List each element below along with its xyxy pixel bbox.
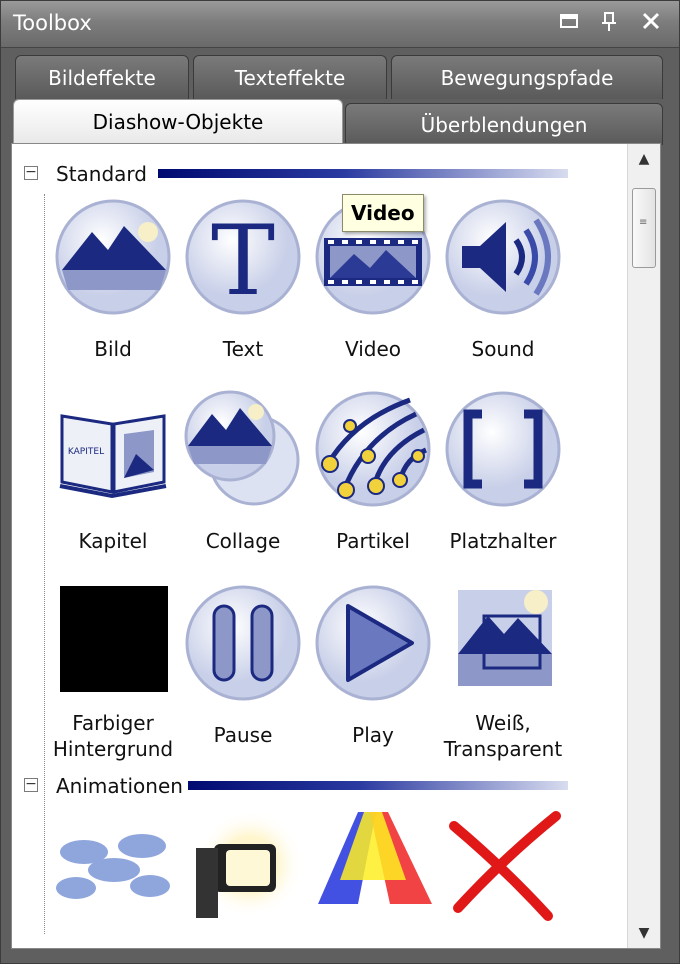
spotlight-icon	[196, 810, 302, 918]
item-bild[interactable]: Bild	[48, 198, 178, 361]
vertical-scrollbar[interactable]: ▲ ≡ ▼	[627, 144, 660, 948]
tab-texteffekte[interactable]: Texteffekte	[193, 55, 387, 99]
title-bar[interactable]: Toolbox	[1, 1, 679, 48]
group-divider-bar	[188, 781, 568, 790]
window-title: Toolbox	[13, 11, 92, 35]
group-label: Animationen	[56, 774, 183, 798]
group-divider-bar	[158, 169, 568, 178]
tree-line	[44, 194, 45, 934]
book-icon: KAPITEL	[59, 414, 167, 499]
item-text[interactable]: T Text	[178, 198, 308, 361]
brackets-icon	[445, 391, 561, 507]
text-icon: T	[185, 199, 301, 316]
tab-ueberblendungen[interactable]: Überblendungen	[345, 103, 663, 145]
item-cross[interactable]	[438, 808, 568, 926]
red-cross-icon	[449, 811, 561, 921]
play-icon	[315, 585, 431, 701]
speaker-icon	[445, 199, 561, 315]
clouds-icon	[56, 834, 170, 899]
item-label-line1: Weiß,	[475, 711, 531, 735]
book-word: KAPITEL	[68, 447, 104, 457]
item-partikel[interactable]: Partikel	[308, 390, 438, 553]
item-label: Play	[352, 723, 394, 747]
item-label-line2: Hintergrund	[52, 737, 174, 761]
item-clouds[interactable]	[48, 808, 178, 926]
close-icon[interactable]	[637, 11, 665, 37]
tab-bildeffekte[interactable]: Bildeffekte	[15, 55, 189, 99]
item-label-line1: Farbiger	[72, 711, 154, 735]
text-glyph: T	[211, 205, 275, 316]
collage-icon	[184, 390, 300, 506]
minimize-icon[interactable]	[555, 11, 583, 37]
item-label: Kapitel	[78, 529, 148, 553]
item-weiss-transparent[interactable]: Weiß, Transparent	[438, 584, 568, 761]
item-label: Bild	[94, 337, 132, 361]
item-spotlight[interactable]	[178, 808, 308, 926]
item-label-line2: Transparent	[443, 737, 563, 761]
particles-icon	[315, 391, 431, 507]
pin-icon[interactable]	[595, 11, 623, 37]
item-label: Platzhalter	[449, 529, 557, 553]
item-kapitel[interactable]: KAPITEL Kapitel	[48, 390, 178, 553]
item-label: Text	[222, 337, 264, 361]
collapse-icon[interactable]: −	[24, 777, 38, 792]
item-collage[interactable]: Collage	[178, 390, 308, 553]
tooltip: Video	[342, 194, 424, 232]
scroll-thumb[interactable]: ≡	[632, 188, 656, 268]
item-farbiger-hintergrund[interactable]: Farbiger Hintergrund	[48, 584, 178, 761]
item-label: Video	[344, 337, 402, 361]
scroll-up-icon[interactable]: ▲	[628, 144, 660, 174]
item-pause[interactable]: Pause	[178, 584, 308, 747]
tab-bewegungspfade[interactable]: Bewegungspfade	[391, 55, 663, 99]
grip-icon: ≡	[639, 217, 648, 228]
transparent-image-icon	[458, 590, 552, 686]
item-colored-lights[interactable]	[308, 808, 438, 926]
color-background-icon	[60, 586, 168, 692]
toolbox-window: Toolbox Bildeffekte Texteffekte Bewegung…	[0, 0, 680, 964]
group-label: Standard	[56, 162, 147, 186]
object-list-panel: − Standard Bild T Text Video Sound Video…	[11, 143, 661, 949]
item-label: Sound	[471, 337, 535, 361]
item-platzhalter[interactable]: Platzhalter	[438, 390, 568, 553]
item-sound[interactable]: Sound	[438, 198, 568, 361]
tab-diashow-objekte[interactable]: Diashow-Objekte	[13, 99, 343, 145]
pause-icon	[185, 585, 301, 701]
item-label: Collage	[205, 529, 281, 553]
item-label: Pause	[213, 723, 273, 747]
item-play[interactable]: Play	[308, 584, 438, 747]
colored-lights-icon	[318, 812, 432, 904]
image-icon	[55, 199, 171, 315]
item-label: Partikel	[336, 529, 410, 553]
collapse-icon[interactable]: −	[24, 165, 38, 180]
scroll-down-icon[interactable]: ▼	[628, 918, 660, 948]
